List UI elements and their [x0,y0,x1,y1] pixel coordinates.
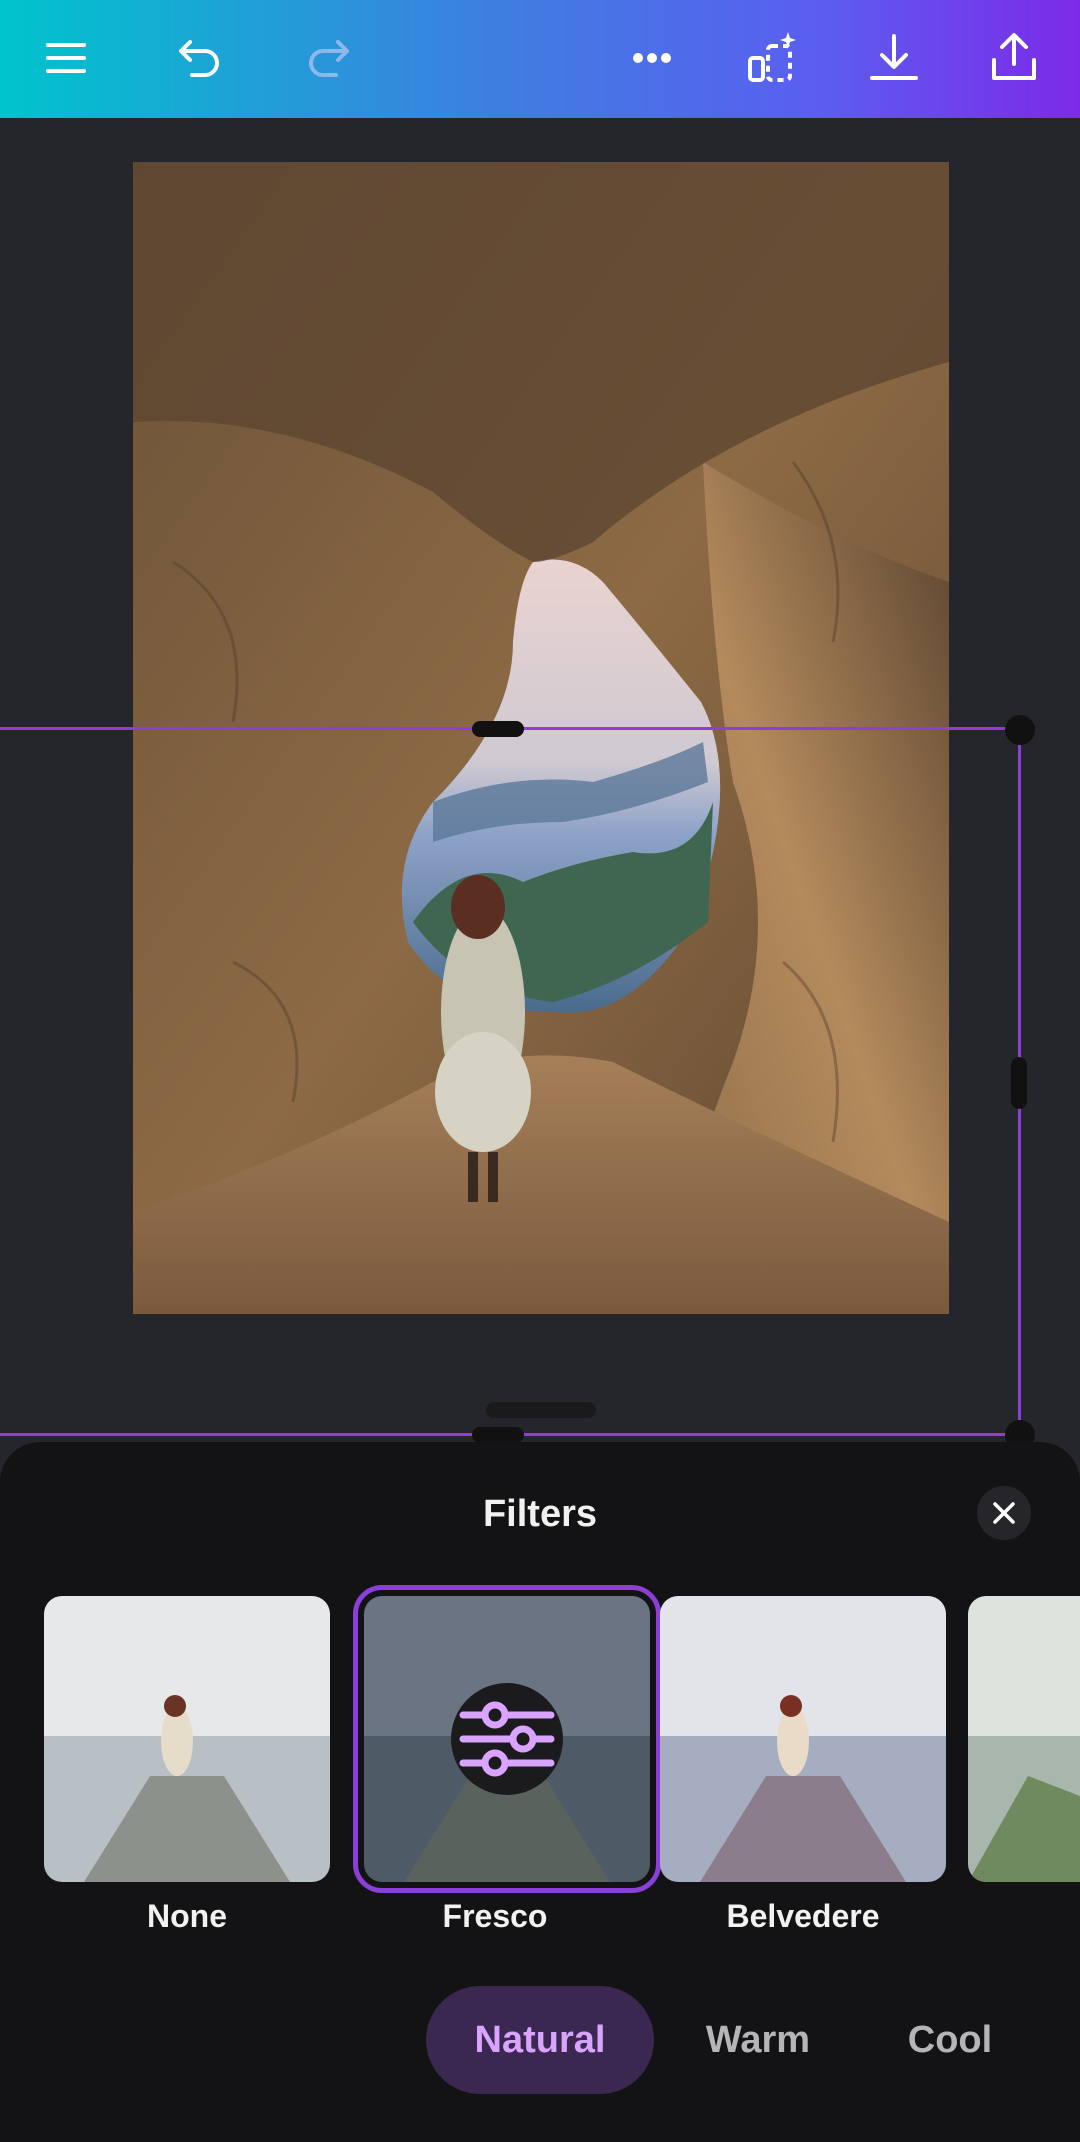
download-icon [870,34,918,80]
hamburger-icon [46,43,86,73]
category-tab-natural[interactable]: Natural [426,1986,654,2094]
resize-handle-top-right[interactable] [1005,715,1035,745]
close-button[interactable] [977,1486,1031,1540]
menu-button[interactable] [28,20,104,96]
adjust-filter-button[interactable] [451,1683,563,1795]
magic-resize-icon [748,32,796,82]
resize-handle-right[interactable] [1011,1057,1027,1109]
filter-thumbnail-fresco[interactable] [353,1585,661,1893]
close-icon [993,1502,1015,1524]
panel-title: Filters [482,1493,598,1535]
more-button[interactable] [614,20,690,96]
undo-button[interactable] [162,20,238,96]
share-icon [992,33,1036,80]
undo-icon [179,40,219,77]
category-tab-cool[interactable]: Cool [872,1986,1028,2094]
magic-resize-button[interactable] [734,20,810,96]
filter-thumbnail-belvedere[interactable] [660,1596,946,1882]
sliders-icon [459,1701,555,1777]
more-horizontal-icon [633,53,671,63]
resize-handle-top[interactable] [472,721,524,737]
filter-label: Belvedere [726,1898,880,1934]
sheet-drag-handle[interactable] [486,1402,596,1418]
download-button[interactable] [856,20,932,96]
filter-thumbnail-next[interactable] [968,1596,1080,1882]
filter-thumbnail-none[interactable] [44,1596,330,1882]
redo-icon [309,40,349,77]
category-tab-warm[interactable]: Warm [680,1986,836,2094]
filter-label: Fresco [442,1898,548,1934]
resize-handle-bottom[interactable] [472,1427,524,1443]
filter-label: None [147,1898,227,1934]
cave-arch-photo[interactable] [133,162,949,1314]
top-toolbar [0,0,1080,118]
redo-button[interactable] [290,20,366,96]
share-button[interactable] [976,20,1052,96]
